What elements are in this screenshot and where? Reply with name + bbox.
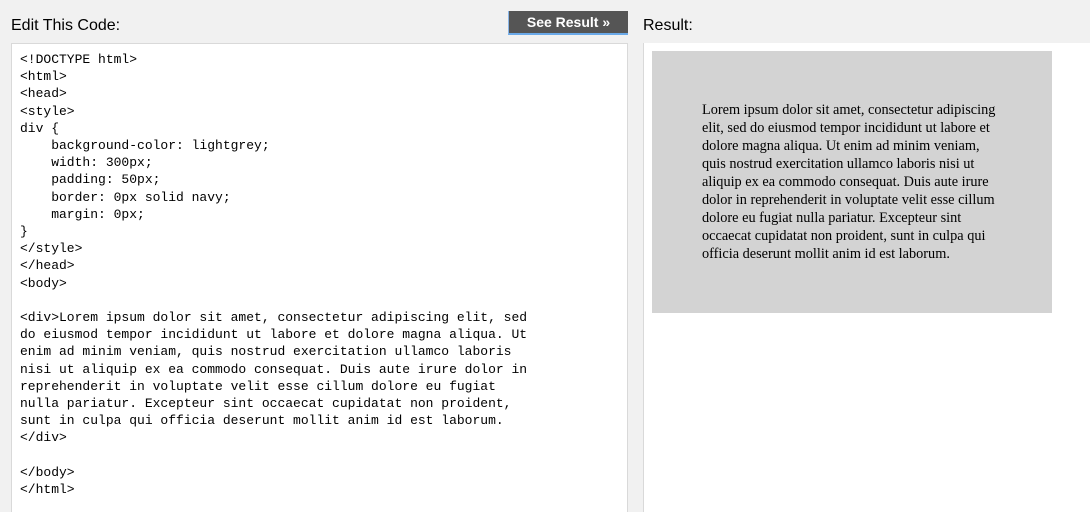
see-result-button[interactable]: See Result »	[508, 11, 628, 35]
editor-label: Edit This Code:	[11, 17, 121, 34]
result-label: Result:	[643, 17, 693, 34]
result-box: Lorem ipsum dolor sit amet, consectetur …	[652, 51, 1052, 313]
tryit-page: Edit This Code: See Result » Result: <!D…	[0, 0, 1090, 512]
result-frame: Lorem ipsum dolor sit amet, consectetur …	[643, 43, 1090, 512]
code-editor[interactable]: <!DOCTYPE html> <html> <head> <style> di…	[11, 43, 628, 512]
